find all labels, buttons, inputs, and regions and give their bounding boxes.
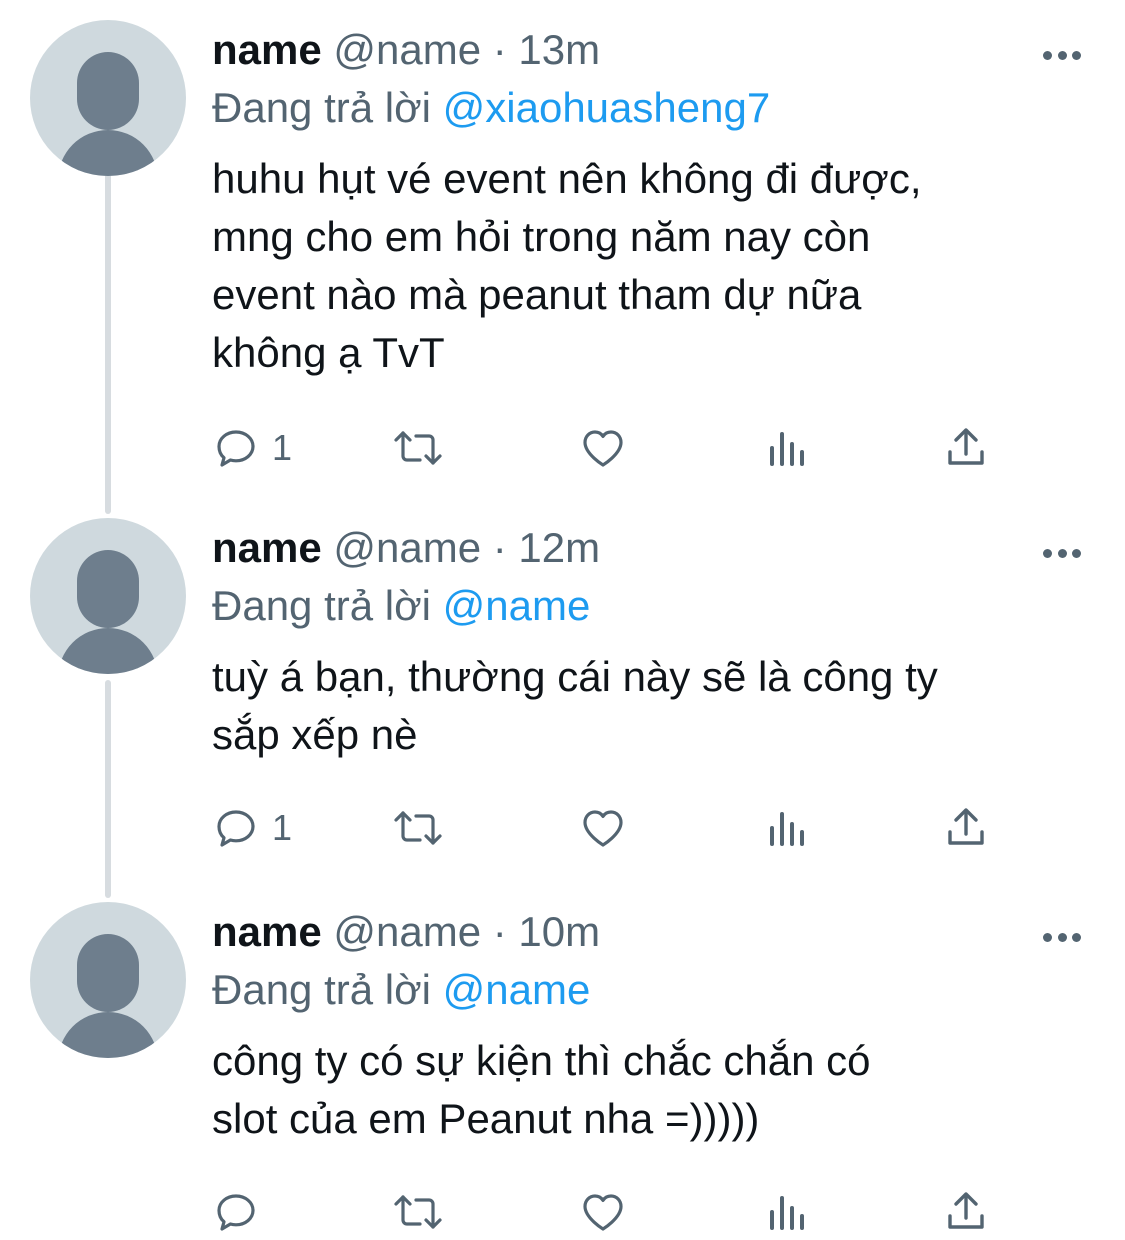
more-dots-icon[interactable] — [1043, 548, 1081, 558]
avatar-head — [77, 52, 139, 130]
like-button[interactable] — [578, 1184, 628, 1240]
tweet-text: tuỳ á bạn, thường cái này sẽ là công ty … — [212, 653, 938, 758]
avatar-shoulders — [58, 1012, 158, 1058]
tweet[interactable]: name @name · 10m Đang trả lời @name công… — [0, 902, 1125, 1240]
avatar-shoulders — [58, 130, 158, 176]
analytics-button[interactable] — [764, 1184, 808, 1240]
share-upload-icon — [948, 808, 984, 845]
replying-to-mention[interactable]: @name — [443, 582, 591, 629]
retweet-button[interactable] — [390, 1184, 446, 1240]
retweet-arrows-icon — [394, 811, 442, 845]
tweet-text: công ty có sự kiện thì chắc chắn có slot… — [212, 1037, 871, 1142]
bar-chart-icon — [770, 1196, 804, 1230]
retweet-arrows-icon — [394, 1195, 442, 1229]
heart-outline-icon — [583, 810, 623, 847]
bar-chart-icon — [770, 432, 804, 466]
speech-bubble-icon — [217, 810, 255, 847]
reply-button[interactable]: 1 — [212, 800, 292, 856]
replying-to-mention[interactable]: @name — [443, 966, 591, 1013]
replying-to: Đang trả lời @name — [212, 580, 590, 632]
like-button[interactable] — [578, 420, 628, 476]
more-dots-icon[interactable] — [1043, 932, 1081, 942]
speech-bubble-icon — [217, 1194, 255, 1231]
reply-count: 1 — [272, 807, 293, 848]
tweet-actions — [212, 1184, 1012, 1240]
avatar-head — [77, 934, 139, 1012]
display-name[interactable]: name — [212, 26, 322, 73]
timestamp[interactable]: 12m — [518, 524, 600, 571]
handle[interactable]: @name — [333, 908, 481, 955]
tweet-text: huhu hụt vé event nên không đi được, mng… — [212, 155, 922, 376]
tweet-header: name @name · 12m — [212, 522, 600, 574]
share-button[interactable] — [942, 800, 990, 856]
display-name[interactable]: name — [212, 524, 322, 571]
tweet-actions: 1 — [212, 800, 1012, 856]
retweet-button[interactable] — [390, 800, 446, 856]
timestamp[interactable]: 13m — [518, 26, 600, 73]
replying-to-mention[interactable]: @xiaohuasheng7 — [443, 84, 771, 131]
tweet-actions: 1 — [212, 420, 1012, 476]
speech-bubble-icon — [217, 430, 255, 467]
tweet[interactable]: name @name · 12m Đang trả lời @name tuỳ … — [0, 518, 1125, 878]
analytics-button[interactable] — [764, 800, 808, 856]
replying-prefix: Đang trả lời — [212, 582, 431, 629]
tweet-thread: name @name · 13m Đang trả lời @xiaohuash… — [0, 0, 1125, 1240]
replying-prefix: Đang trả lời — [212, 84, 431, 131]
reply-count: 1 — [272, 427, 293, 468]
share-upload-icon — [948, 1192, 984, 1229]
separator: · — [481, 26, 519, 73]
avatar-shoulders — [58, 628, 158, 674]
retweet-arrows-icon — [394, 431, 442, 465]
separator: · — [481, 524, 519, 571]
share-button[interactable] — [942, 420, 990, 476]
timestamp[interactable]: 10m — [518, 908, 600, 955]
display-name[interactable]: name — [212, 908, 322, 955]
avatar[interactable] — [30, 902, 186, 1058]
share-upload-icon — [948, 428, 984, 465]
bar-chart-icon — [770, 812, 804, 846]
reply-button[interactable] — [212, 1184, 272, 1240]
retweet-button[interactable] — [390, 420, 446, 476]
tweet-header: name @name · 13m — [212, 24, 600, 76]
like-button[interactable] — [578, 800, 628, 856]
tweet[interactable]: name @name · 13m Đang trả lời @xiaohuash… — [0, 20, 1125, 500]
analytics-button[interactable] — [764, 420, 808, 476]
heart-outline-icon — [583, 430, 623, 467]
replying-to: Đang trả lời @name — [212, 964, 590, 1016]
heart-outline-icon — [583, 1194, 623, 1231]
avatar[interactable] — [30, 20, 186, 176]
handle[interactable]: @name — [333, 26, 481, 73]
share-button[interactable] — [942, 1184, 990, 1240]
reply-button[interactable]: 1 — [212, 420, 292, 476]
avatar[interactable] — [30, 518, 186, 674]
replying-to: Đang trả lời @xiaohuasheng7 — [212, 82, 770, 134]
handle[interactable]: @name — [333, 524, 481, 571]
replying-prefix: Đang trả lời — [212, 966, 431, 1013]
separator: · — [481, 908, 519, 955]
avatar-head — [77, 550, 139, 628]
more-dots-icon[interactable] — [1043, 50, 1081, 60]
tweet-header: name @name · 10m — [212, 906, 600, 958]
